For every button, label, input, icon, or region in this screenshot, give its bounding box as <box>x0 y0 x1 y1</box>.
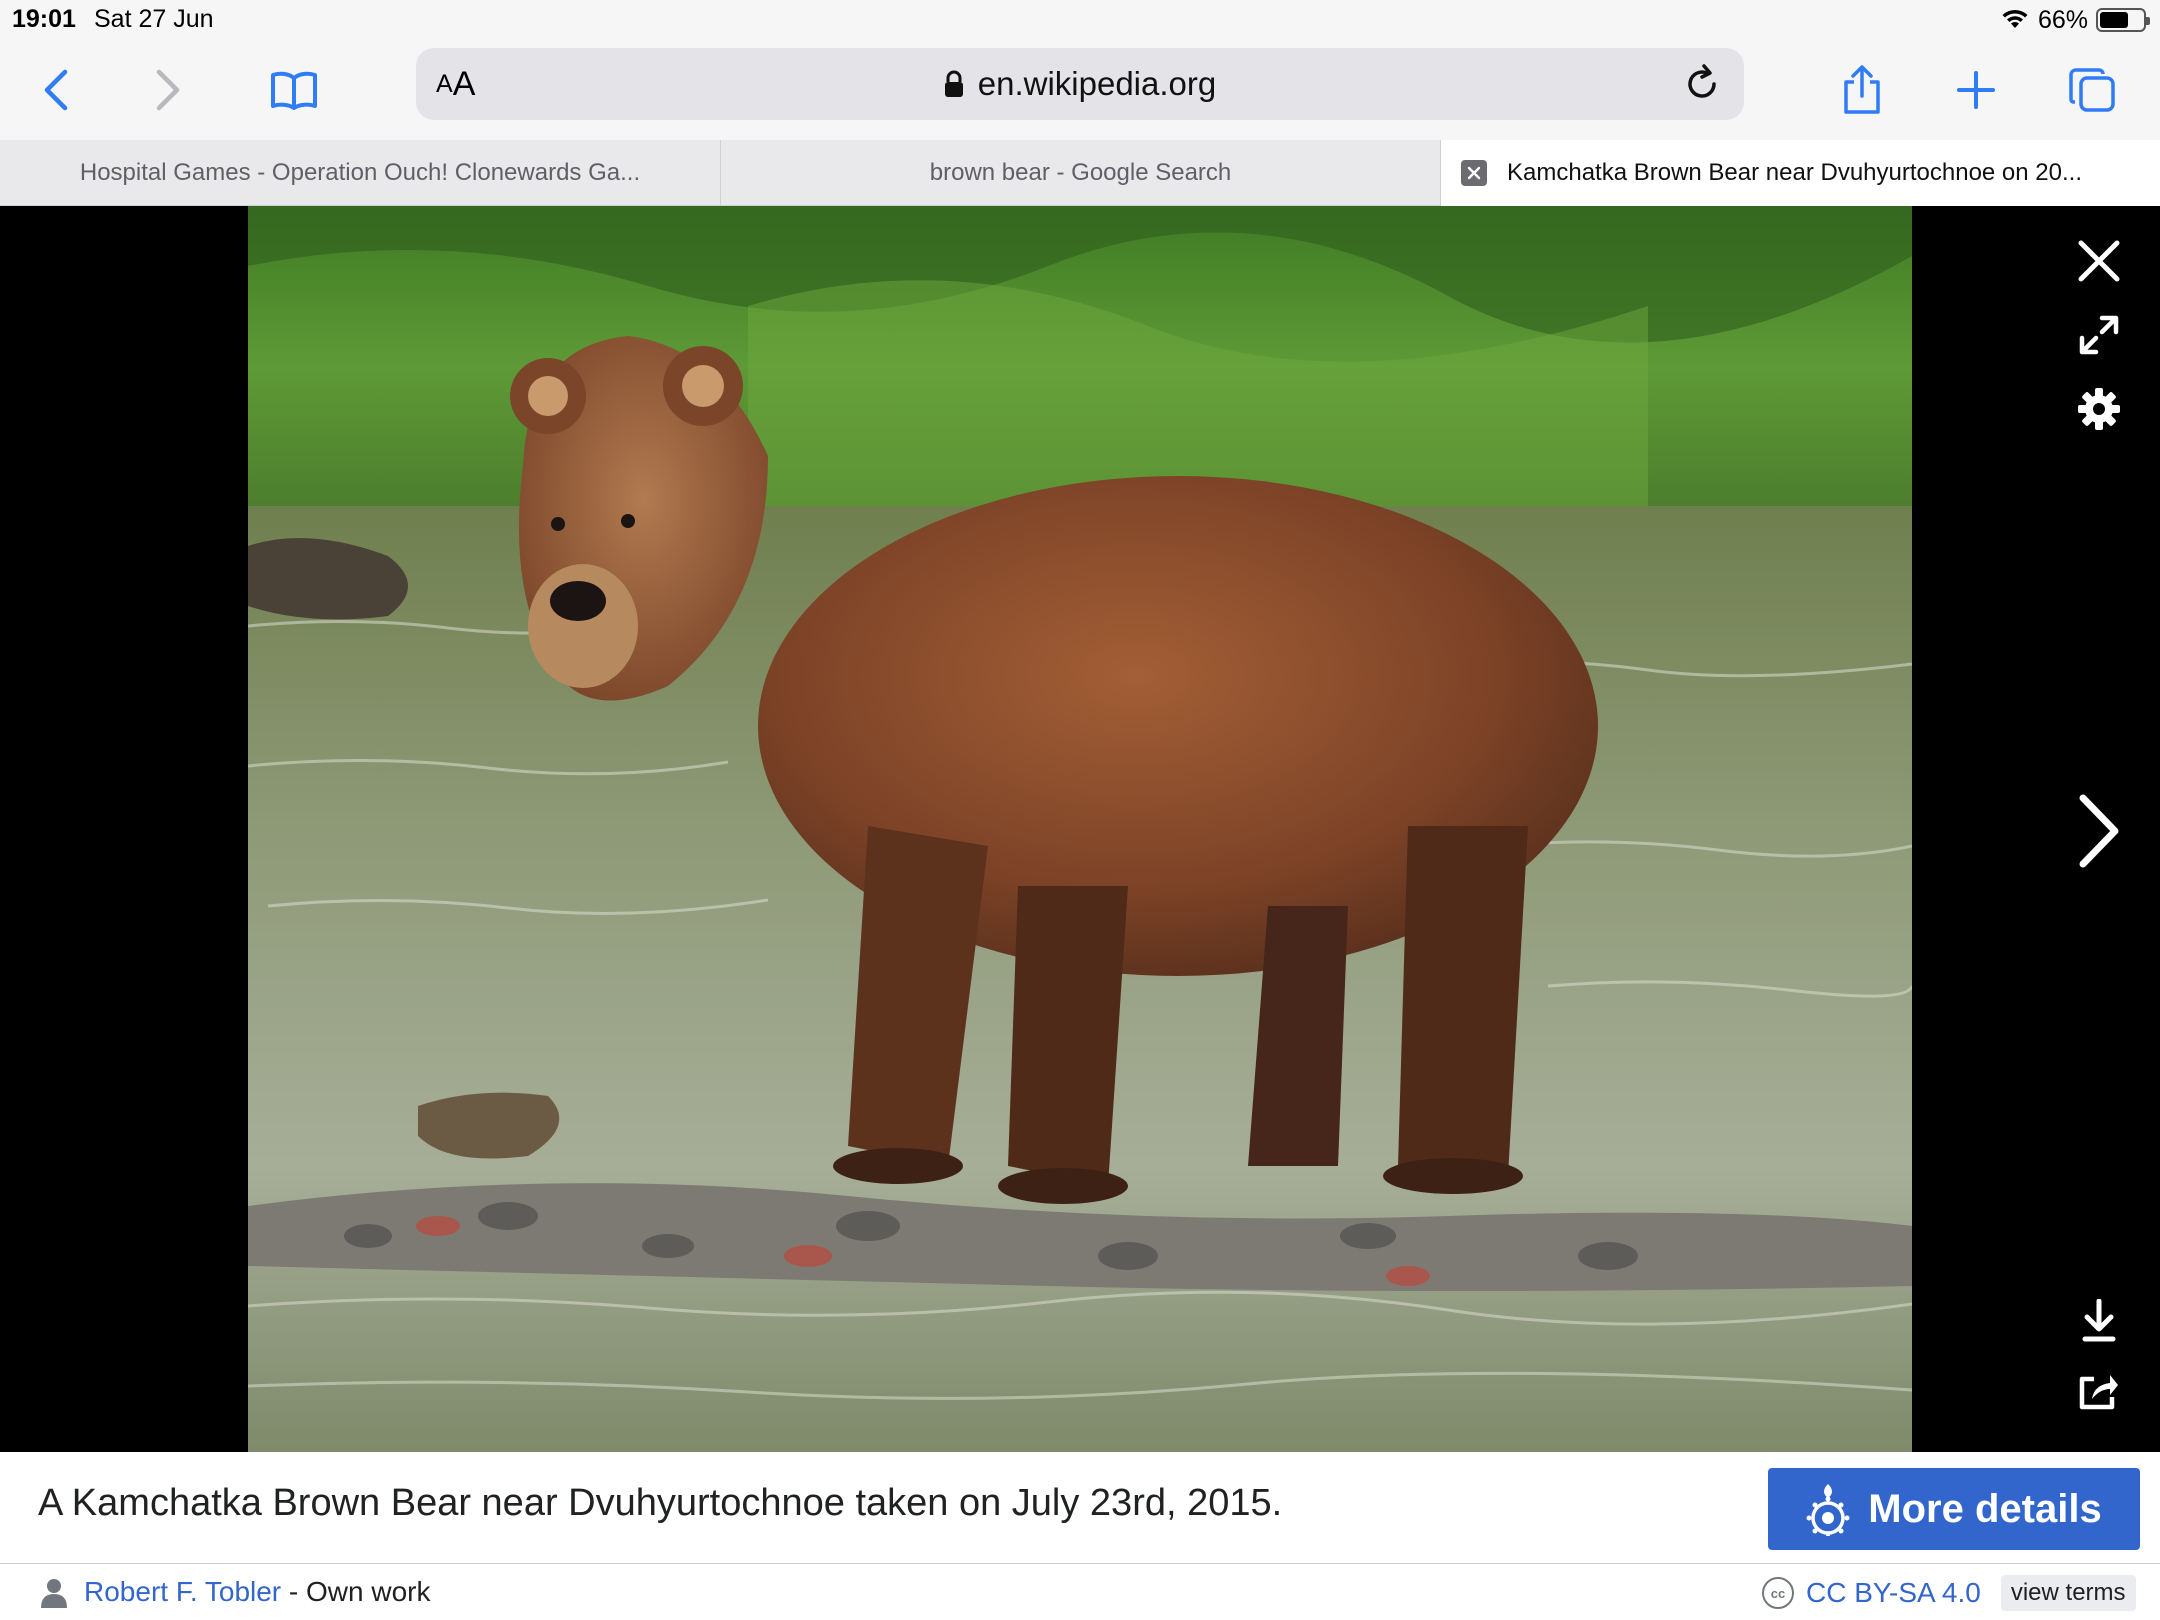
tab-label: brown bear - Google Search <box>929 159 1232 186</box>
close-tab-icon[interactable] <box>1461 160 1487 186</box>
view-terms-button[interactable]: view terms <box>2000 1575 2136 1611</box>
attribution-bar: Robert F. Tobler - Own work cc CC BY-SA … <box>0 1564 2160 1620</box>
url-text: en.wikipedia.org <box>977 65 1217 102</box>
user-icon <box>41 1579 67 1608</box>
tab-hospital-games[interactable]: Hospital Games - Operation Ouch! Clonewa… <box>0 140 721 206</box>
wifi-icon <box>2000 6 2030 35</box>
download-button[interactable] <box>2064 1286 2134 1356</box>
tabs-icon <box>2069 68 2115 112</box>
reload-icon[interactable] <box>1680 62 1724 106</box>
chevron-right-icon <box>156 69 180 111</box>
close-viewer-button[interactable] <box>2064 226 2134 296</box>
next-image-button[interactable] <box>2064 786 2134 876</box>
tabs-overview-button[interactable] <box>2052 50 2132 130</box>
chevron-right-icon <box>2079 794 2119 868</box>
status-bar: 19:01 Sat 27 Jun 66% <box>0 0 2160 40</box>
creative-commons-icon: cc <box>1762 1577 1794 1609</box>
close-icon <box>2078 240 2120 282</box>
tab-bar: Hospital Games - Operation Ouch! Clonewa… <box>0 140 2160 206</box>
status-time: 19:01 <box>12 5 76 33</box>
new-tab-button[interactable] <box>1936 50 2016 130</box>
status-indicators: 66% <box>2000 4 2150 36</box>
more-details-button[interactable]: More details <box>1768 1468 2140 1550</box>
license-link[interactable]: CC BY-SA 4.0 <box>1806 1577 1981 1609</box>
tab-kamchatka-bear[interactable]: Kamchatka Brown Bear near Dvuhyurtochnoe… <box>1441 140 2160 206</box>
share-button[interactable] <box>1822 50 1902 130</box>
url-display[interactable]: en.wikipedia.org <box>416 48 1744 120</box>
book-icon <box>271 71 317 110</box>
more-details-label: More details <box>1868 1486 2102 1531</box>
tab-label: Hospital Games - Operation Ouch! Clonewa… <box>79 159 641 186</box>
share-image-button[interactable] <box>2064 1356 2134 1426</box>
forward-button[interactable] <box>128 50 208 130</box>
author-suffix: - Own work <box>281 1576 431 1607</box>
tab-google-search[interactable]: brown bear - Google Search <box>721 140 1441 206</box>
share-icon <box>1844 65 1880 114</box>
author-link[interactable]: Robert F. Tobler <box>84 1576 281 1607</box>
commons-icon <box>1806 1484 1850 1536</box>
plus-icon <box>1957 71 1995 109</box>
author-credit: Robert F. Tobler - Own work <box>84 1576 431 1608</box>
image-caption: A Kamchatka Brown Bear near Dvuhyurtochn… <box>38 1482 1283 1524</box>
bookmarks-button[interactable] <box>254 50 334 130</box>
media-viewer <box>0 206 2160 1452</box>
status-date: Sat 27 Jun <box>94 5 214 33</box>
license-info: cc CC BY-SA 4.0 view terms <box>1762 1574 2136 1612</box>
battery-icon <box>2096 8 2150 32</box>
fullscreen-button[interactable] <box>2064 300 2134 370</box>
bear-photo[interactable] <box>248 206 1912 1452</box>
settings-button[interactable] <box>2064 374 2134 444</box>
browser-toolbar: AA en.wikipedia.org <box>0 40 2160 140</box>
chevron-left-icon <box>44 69 68 111</box>
address-bar[interactable]: AA en.wikipedia.org <box>416 48 1744 120</box>
tab-label: Kamchatka Brown Bear near Dvuhyurtochnoe… <box>1507 159 2082 186</box>
share-external-icon <box>2079 1375 2118 1410</box>
expand-icon <box>2079 315 2119 355</box>
caption-bar: A Kamchatka Brown Bear near Dvuhyurtochn… <box>0 1452 2160 1564</box>
battery-percentage: 66% <box>2037 5 2088 34</box>
lock-icon <box>944 70 963 97</box>
gear-icon <box>2078 388 2120 430</box>
back-button[interactable] <box>16 50 96 130</box>
download-icon <box>2082 1299 2116 1342</box>
